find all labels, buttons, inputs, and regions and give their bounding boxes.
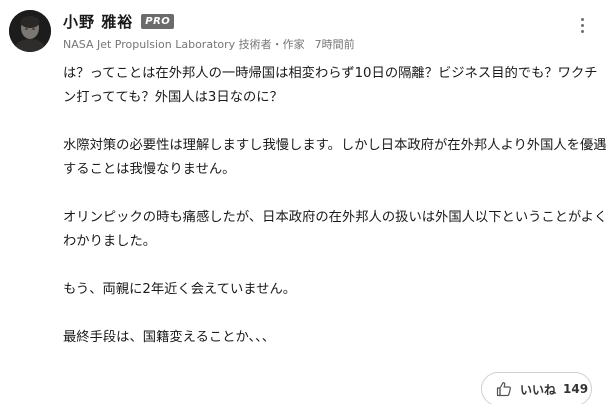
author-header: 小野 雅裕 PRO bbox=[63, 10, 175, 32]
author-affiliation: NASA Jet Propulsion Laboratory 技術者・作家 bbox=[63, 38, 305, 51]
author-avatar[interactable] bbox=[9, 10, 51, 52]
like-button[interactable]: いいね 149 bbox=[481, 372, 592, 404]
thumbs-up-icon bbox=[496, 382, 511, 397]
post-time: 7時間前 bbox=[314, 38, 355, 51]
like-label: いいね bbox=[520, 382, 557, 397]
more-options-button[interactable] bbox=[574, 14, 590, 36]
author-meta: NASA Jet Propulsion Laboratory 技術者・作家 7時間… bbox=[63, 36, 355, 52]
comment-paragraph: オリンピックの時も痛感したが、日本政府の在外邦人の扱いは外国人以下ということがよ… bbox=[63, 210, 608, 249]
comment-paragraph: 水際対策の必要性は理解しますし我慢します。しかし日本政府が在外邦人より外国人を優… bbox=[63, 138, 607, 177]
author-name[interactable]: 小野 雅裕 bbox=[63, 11, 133, 32]
comment-paragraph: もう、両親に2年近く会えていません。 bbox=[63, 282, 297, 297]
comment-paragraph: 最終手段は、国籍変えることか、、、 bbox=[63, 330, 276, 345]
comment-body: は？ってことは在外邦人の一時帰国は相変わらず10日の隔離？ビジネス目的でも？ワク… bbox=[63, 62, 608, 350]
more-vertical-icon bbox=[580, 17, 584, 21]
pro-badge: PRO bbox=[141, 13, 175, 29]
comment-paragraph: は？ってことは在外邦人の一時帰国は相変わらず10日の隔離？ビジネス目的でも？ワク… bbox=[63, 66, 598, 105]
like-count: 149 bbox=[563, 382, 589, 396]
